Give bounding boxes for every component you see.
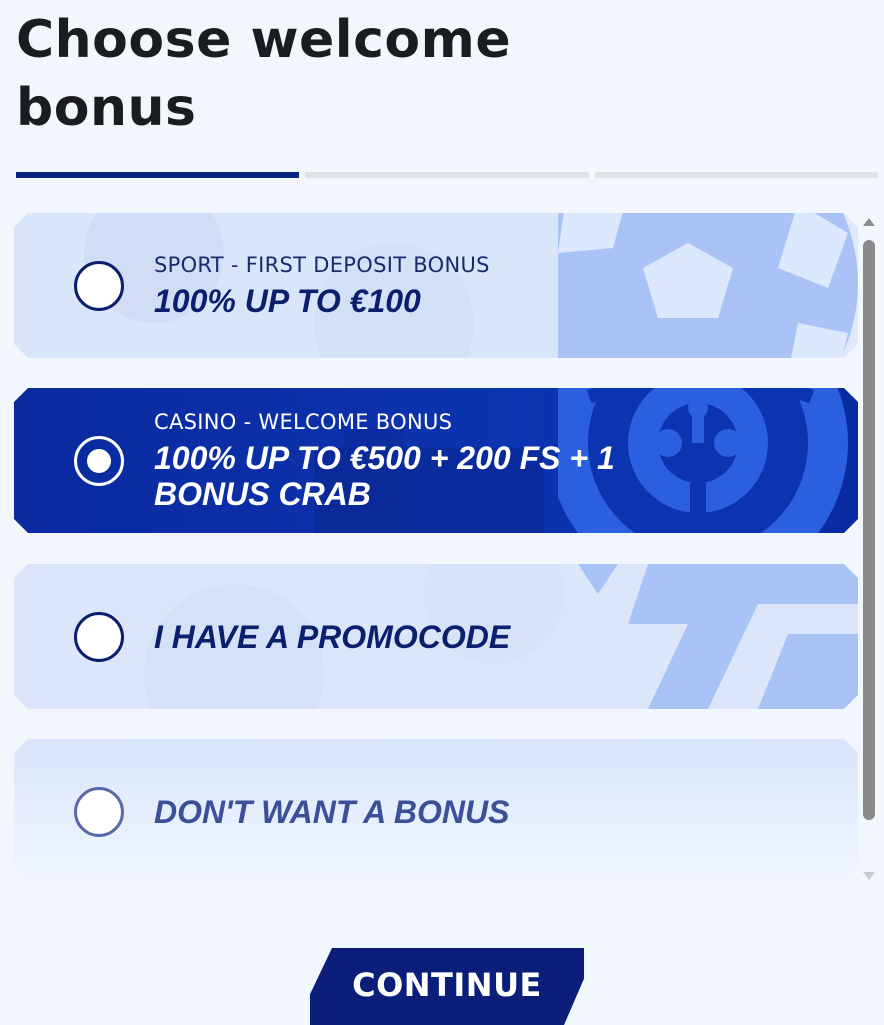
sport-option-subtitle: SPORT - FIRST DEPOSIT BONUS xyxy=(154,252,490,277)
no-bonus-option-title: DON'T WANT A BONUS xyxy=(154,793,510,830)
no-bonus-option-text: DON'T WANT A BONUS xyxy=(154,739,509,878)
page-title: Choose welcome bonus xyxy=(16,10,512,138)
progress-step-3 xyxy=(594,172,878,178)
casino-option-text: CASINO - WELCOME BONUS 100% UP TO €500 +… xyxy=(154,388,624,533)
casino-radio-button[interactable] xyxy=(74,436,124,486)
lightning-bolt-icon xyxy=(558,564,858,709)
welcome-bonus-page: Choose welcome bonus SPORT - FIRST DEPOS… xyxy=(0,0,884,1025)
scroll-down-arrow-icon[interactable] xyxy=(863,872,875,880)
progress-step-1 xyxy=(16,172,300,178)
continue-button-label: CONTINUE xyxy=(352,965,542,1004)
scroll-up-arrow-icon[interactable] xyxy=(863,218,875,226)
promocode-option-title: I HAVE A PROMOCODE xyxy=(154,618,511,655)
bonus-option-sport[interactable]: SPORT - FIRST DEPOSIT BONUS 100% UP TO €… xyxy=(14,213,858,358)
progress-step-2 xyxy=(305,172,589,178)
bonus-option-promocode[interactable]: I HAVE A PROMOCODE xyxy=(14,564,858,709)
options-scrollbar[interactable] xyxy=(862,218,876,880)
bonus-options-list[interactable]: SPORT - FIRST DEPOSIT BONUS 100% UP TO €… xyxy=(14,213,858,878)
casino-option-subtitle: CASINO - WELCOME BONUS xyxy=(154,409,453,434)
sport-radio-button[interactable] xyxy=(74,261,124,311)
scrollbar-thumb[interactable] xyxy=(863,240,875,820)
continue-button[interactable]: CONTINUE xyxy=(310,948,584,1025)
no-bonus-radio-button[interactable] xyxy=(74,787,124,837)
sport-option-text: SPORT - FIRST DEPOSIT BONUS 100% UP TO €… xyxy=(154,213,490,358)
sport-option-title: 100% UP TO €100 xyxy=(154,282,421,319)
casino-option-title: 100% UP TO €500 + 200 FS + 1 BONUS CRAB xyxy=(154,439,615,512)
promocode-option-text: I HAVE A PROMOCODE xyxy=(154,564,510,709)
bonus-option-no-bonus[interactable]: DON'T WANT A BONUS xyxy=(14,739,858,878)
step-progress-bar xyxy=(16,172,878,178)
soccer-ball-icon xyxy=(558,213,858,358)
promocode-radio-button[interactable] xyxy=(74,612,124,662)
bonus-option-casino[interactable]: CASINO - WELCOME BONUS 100% UP TO €500 +… xyxy=(14,388,858,533)
